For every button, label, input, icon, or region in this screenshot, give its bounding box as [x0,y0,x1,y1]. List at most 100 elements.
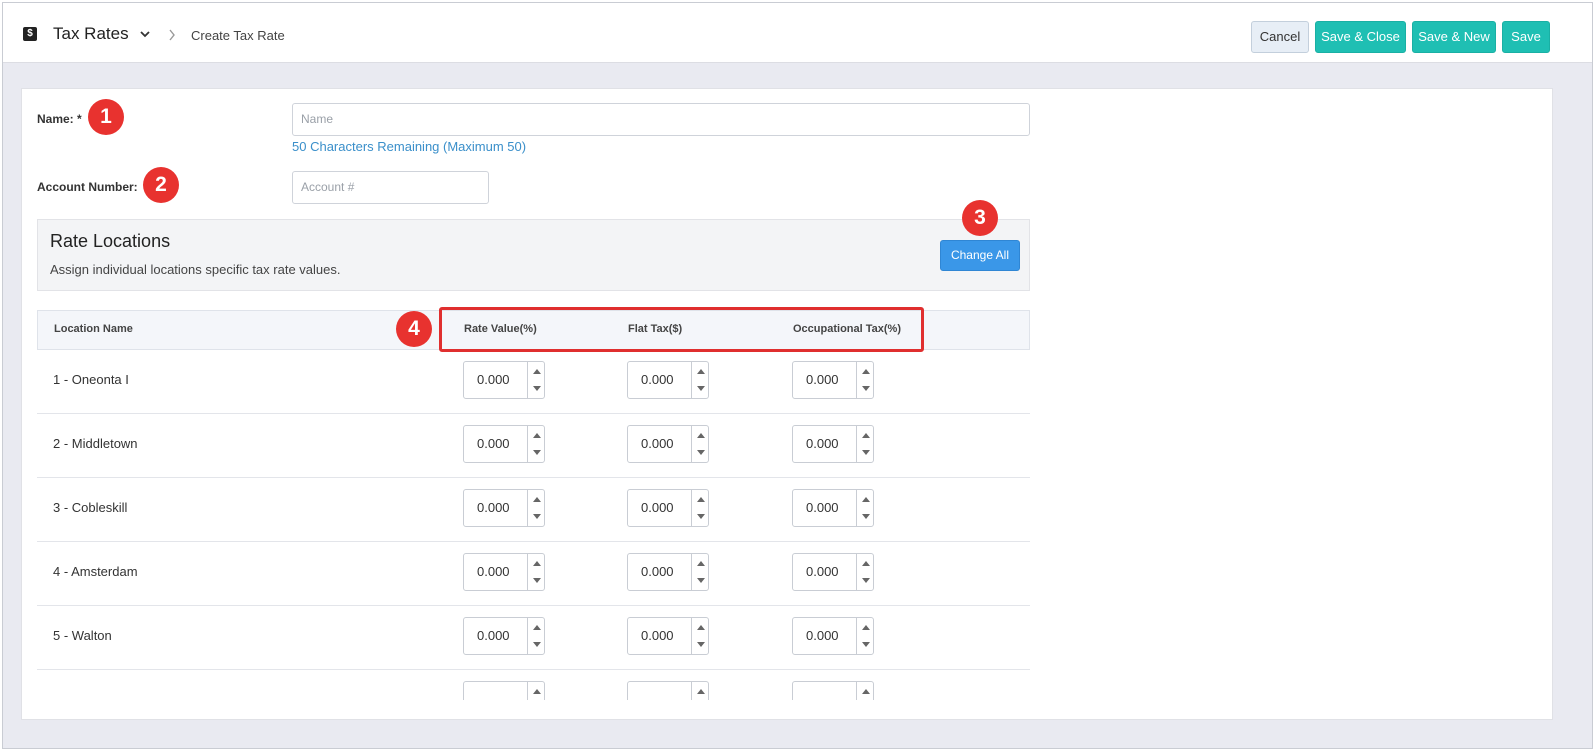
cancel-button[interactable]: Cancel [1251,21,1309,53]
increment-arrow-icon[interactable] [697,561,705,566]
annotation-badge-1: 1 [88,99,124,135]
occupational-tax-input[interactable]: 0.000 [793,490,857,526]
decrement-arrow-icon[interactable] [533,386,541,391]
occupational-tax-stepper[interactable]: 0.000 [792,361,874,399]
decrement-arrow-icon[interactable] [862,514,870,519]
flat-tax-input[interactable] [628,682,692,700]
decrement-arrow-icon[interactable] [533,514,541,519]
decrement-arrow-icon[interactable] [533,578,541,583]
rate-value-stepper[interactable]: 0.000 [463,617,545,655]
flat-tax-input[interactable]: 0.000 [628,490,692,526]
flat-tax-input[interactable]: 0.000 [628,426,692,462]
flat-tax-input[interactable]: 0.000 [628,554,692,590]
occupational-tax-input[interactable] [793,682,857,700]
stepper-arrows[interactable] [527,618,544,654]
stepper-arrows[interactable] [856,362,873,398]
stepper-arrows[interactable] [527,362,544,398]
occupational-tax-input[interactable]: 0.000 [793,554,857,590]
decrement-arrow-icon[interactable] [697,514,705,519]
increment-arrow-icon[interactable] [862,689,870,694]
stepper-arrows[interactable] [856,554,873,590]
change-all-button[interactable]: Change All [940,240,1020,271]
decrement-arrow-icon[interactable] [697,578,705,583]
increment-arrow-icon[interactable] [862,497,870,502]
flat-tax-stepper[interactable]: 0.000 [627,361,709,399]
chevron-right-icon [169,29,175,41]
decrement-arrow-icon[interactable] [862,642,870,647]
occupational-tax-input[interactable]: 0.000 [793,362,857,398]
flat-tax-input[interactable]: 0.000 [628,362,692,398]
flat-tax-stepper[interactable]: 0.000 [627,617,709,655]
stepper-arrows[interactable] [527,554,544,590]
save-button[interactable]: Save [1502,21,1550,53]
decrement-arrow-icon[interactable] [862,386,870,391]
increment-arrow-icon[interactable] [697,497,705,502]
flat-tax-stepper[interactable]: 0.000 [627,489,709,527]
rate-value-input[interactable]: 0.000 [464,554,528,590]
flat-tax-stepper[interactable] [627,681,709,700]
occupational-tax-stepper[interactable] [792,681,874,700]
name-input[interactable]: Name [292,103,1030,136]
decrement-arrow-icon[interactable] [697,642,705,647]
stepper-arrows[interactable] [691,362,708,398]
stepper-arrows[interactable] [527,682,544,700]
stepper-arrows[interactable] [856,618,873,654]
increment-arrow-icon[interactable] [862,625,870,630]
increment-arrow-icon[interactable] [862,561,870,566]
increment-arrow-icon[interactable] [533,625,541,630]
page-title[interactable]: Tax Rates [53,24,129,44]
occupational-tax-stepper[interactable]: 0.000 [792,617,874,655]
occupational-tax-stepper[interactable]: 0.000 [792,425,874,463]
decrement-arrow-icon[interactable] [862,578,870,583]
increment-arrow-icon[interactable] [533,497,541,502]
stepper-arrows[interactable] [691,490,708,526]
stepper-arrows[interactable] [691,618,708,654]
rate-value-input[interactable] [464,682,528,700]
stepper-arrows[interactable] [856,682,873,700]
rate-value-input[interactable]: 0.000 [464,426,528,462]
occupational-tax-input[interactable]: 0.000 [793,426,857,462]
rate-locations-title: Rate Locations [50,231,171,251]
rate-value-input[interactable]: 0.000 [464,362,528,398]
save-and-new-button[interactable]: Save & New [1412,21,1496,53]
increment-arrow-icon[interactable] [533,561,541,566]
decrement-arrow-icon[interactable] [533,450,541,455]
rate-value-stepper[interactable]: 0.000 [463,361,545,399]
rate-value-stepper[interactable]: 0.000 [463,425,545,463]
stepper-arrows[interactable] [527,490,544,526]
increment-arrow-icon[interactable] [862,369,870,374]
decrement-arrow-icon[interactable] [862,450,870,455]
increment-arrow-icon[interactable] [533,369,541,374]
chevron-down-icon[interactable] [139,28,151,40]
rate-value-stepper[interactable]: 0.000 [463,553,545,591]
stepper-arrows[interactable] [527,426,544,462]
decrement-arrow-icon[interactable] [697,450,705,455]
account-number-input[interactable]: Account # [292,171,489,204]
decrement-arrow-icon[interactable] [697,386,705,391]
occupational-tax-input[interactable]: 0.000 [793,618,857,654]
occupational-tax-stepper[interactable]: 0.000 [792,489,874,527]
rate-value-stepper[interactable]: 0.000 [463,489,545,527]
flat-tax-input[interactable]: 0.000 [628,618,692,654]
stepper-arrows[interactable] [856,426,873,462]
increment-arrow-icon[interactable] [697,433,705,438]
increment-arrow-icon[interactable] [533,433,541,438]
decrement-arrow-icon[interactable] [533,642,541,647]
rate-value-input[interactable]: 0.000 [464,618,528,654]
rate-value-stepper[interactable] [463,681,545,700]
increment-arrow-icon[interactable] [533,689,541,694]
rate-value-input[interactable]: 0.000 [464,490,528,526]
increment-arrow-icon[interactable] [697,689,705,694]
save-and-close-button[interactable]: Save & Close [1315,21,1406,53]
occupational-tax-stepper[interactable]: 0.000 [792,553,874,591]
increment-arrow-icon[interactable] [697,369,705,374]
stepper-arrows[interactable] [691,426,708,462]
flat-tax-stepper[interactable]: 0.000 [627,553,709,591]
flat-tax-stepper[interactable]: 0.000 [627,425,709,463]
stepper-arrows[interactable] [691,682,708,700]
increment-arrow-icon[interactable] [862,433,870,438]
stepper-arrows[interactable] [856,490,873,526]
stepper-arrows[interactable] [691,554,708,590]
table-row: 3 - Cobleskill 0.000 0.000 0.000 [37,478,1030,542]
increment-arrow-icon[interactable] [697,625,705,630]
